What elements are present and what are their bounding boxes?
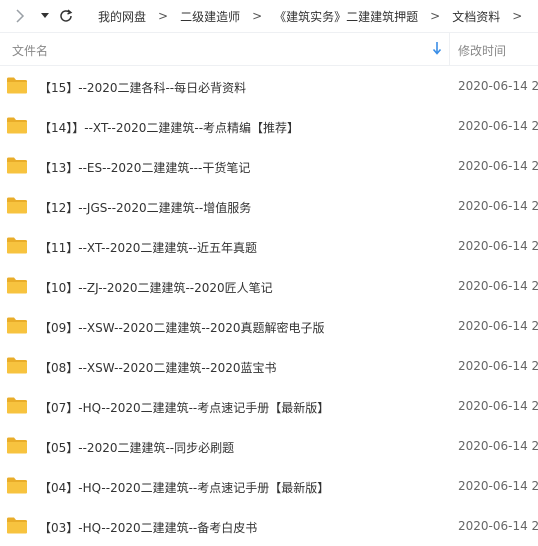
list-item[interactable]: 【07】-HQ--2020二建建筑--考点速记手册【最新版】 2020-06-14… [0, 386, 538, 426]
file-date: 2020-06-14 23 [458, 399, 538, 413]
file-date: 2020-06-14 23 [458, 279, 538, 293]
column-modified-header[interactable]: 修改时间 [458, 42, 506, 59]
list-item[interactable]: 【08】--XSW--2020二建建筑--2020蓝宝书 2020-06-14 2… [0, 346, 538, 386]
folder-icon [6, 356, 28, 377]
list-item[interactable]: 【11】--XT--2020二建建筑--近五年真题 2020-06-14 23 [0, 226, 538, 266]
file-date: 2020-06-14 23 [458, 359, 538, 373]
file-name[interactable]: 【05】--2020二建建筑--同步必刷题 [39, 439, 234, 456]
file-name[interactable]: 【11】--XT--2020二建建筑--近五年真题 [39, 239, 257, 256]
column-header: 文件名 修改时间 [0, 33, 538, 66]
file-date: 2020-06-14 23 [458, 519, 538, 533]
list-item[interactable]: 【15】--2020二建各科--每日必背资料 2020-06-14 23 [0, 66, 538, 106]
breadcrumb: 我的网盘 > 二级建造师 > 《建筑实务》二建建筑押题 > 文档资料 > [98, 0, 534, 32]
file-date: 2020-06-14 23 [458, 199, 538, 213]
caret-down-icon[interactable] [38, 0, 52, 32]
file-name[interactable]: 【15】--2020二建各科--每日必背资料 [39, 79, 246, 96]
file-name[interactable]: 【13】--ES--2020二建建筑---干货笔记 [39, 159, 250, 176]
file-name[interactable]: 【04】-HQ--2020二建建筑--考点速记手册【最新版】 [39, 479, 329, 496]
list-item[interactable]: 【03】-HQ--2020二建建筑--备考白皮书 2020-06-14 23 [0, 506, 538, 546]
list-item[interactable]: 【05】--2020二建建筑--同步必刷题 2020-06-14 23 [0, 426, 538, 466]
list-item[interactable]: 【10】--ZJ--2020二建建筑--2020匠人笔记 2020-06-14 2… [0, 266, 538, 306]
folder-icon [6, 276, 28, 297]
breadcrumb-separator: > [512, 9, 523, 23]
column-divider[interactable] [449, 33, 450, 65]
folder-icon [6, 116, 28, 137]
list-item[interactable]: 【12】--JGS--2020二建建筑--增值服务 2020-06-14 23 [0, 186, 538, 226]
file-date: 2020-06-14 23 [458, 239, 538, 253]
folder-icon [6, 76, 28, 97]
breadcrumb-separator: > [158, 9, 169, 23]
folder-icon [6, 516, 28, 537]
file-date: 2020-06-14 23 [458, 479, 538, 493]
file-date: 2020-06-14 23 [458, 439, 538, 453]
file-name[interactable]: 【08】--XSW--2020二建建筑--2020蓝宝书 [39, 359, 277, 376]
file-name[interactable]: 【12】--JGS--2020二建建筑--增值服务 [39, 199, 251, 216]
toolbar: 我的网盘 > 二级建造师 > 《建筑实务》二建建筑押题 > 文档资料 > [0, 0, 538, 33]
breadcrumb-item[interactable]: 文档资料 [452, 8, 500, 25]
list-item[interactable]: 【04】-HQ--2020二建建筑--考点速记手册【最新版】 2020-06-14… [0, 466, 538, 506]
breadcrumb-separator: > [430, 9, 441, 23]
list-item[interactable]: 【14】】--XT--2020二建建筑--考点精编【推荐】 2020-06-14 … [0, 106, 538, 146]
folder-icon [6, 436, 28, 457]
list-item[interactable]: 【13】--ES--2020二建建筑---干货笔记 2020-06-14 23 [0, 146, 538, 186]
file-name[interactable]: 【09】--XSW--2020二建建筑--2020真题解密电子版 [39, 319, 325, 336]
file-date: 2020-06-14 23 [458, 119, 538, 133]
file-date: 2020-06-14 23 [458, 159, 538, 173]
folder-icon [6, 236, 28, 257]
file-name[interactable]: 【03】-HQ--2020二建建筑--备考白皮书 [39, 519, 257, 536]
file-list: 【15】--2020二建各科--每日必背资料 2020-06-14 23 【14】】… [0, 66, 538, 546]
breadcrumb-separator: > [252, 9, 263, 23]
folder-icon [6, 316, 28, 337]
folder-icon [6, 196, 28, 217]
sort-arrow-down-icon[interactable] [432, 41, 442, 58]
breadcrumb-item[interactable]: 我的网盘 [98, 8, 146, 25]
folder-icon [6, 476, 28, 497]
file-name[interactable]: 【10】--ZJ--2020二建建筑--2020匠人笔记 [39, 279, 273, 296]
breadcrumb-item[interactable]: 二级建造师 [180, 8, 240, 25]
breadcrumb-item[interactable]: 《建筑实务》二建建筑押题 [274, 8, 418, 25]
folder-icon [6, 156, 28, 177]
file-date: 2020-06-14 23 [458, 79, 538, 93]
list-item[interactable]: 【09】--XSW--2020二建建筑--2020真题解密电子版 2020-06-… [0, 306, 538, 346]
file-name[interactable]: 【07】-HQ--2020二建建筑--考点速记手册【最新版】 [39, 399, 329, 416]
file-date: 2020-06-14 23 [458, 319, 538, 333]
file-name[interactable]: 【14】】--XT--2020二建建筑--考点精编【推荐】 [39, 119, 299, 136]
refresh-icon[interactable] [56, 0, 76, 32]
folder-icon [6, 396, 28, 417]
chevron-right-icon[interactable] [10, 0, 30, 32]
column-name-header[interactable]: 文件名 [12, 42, 48, 59]
